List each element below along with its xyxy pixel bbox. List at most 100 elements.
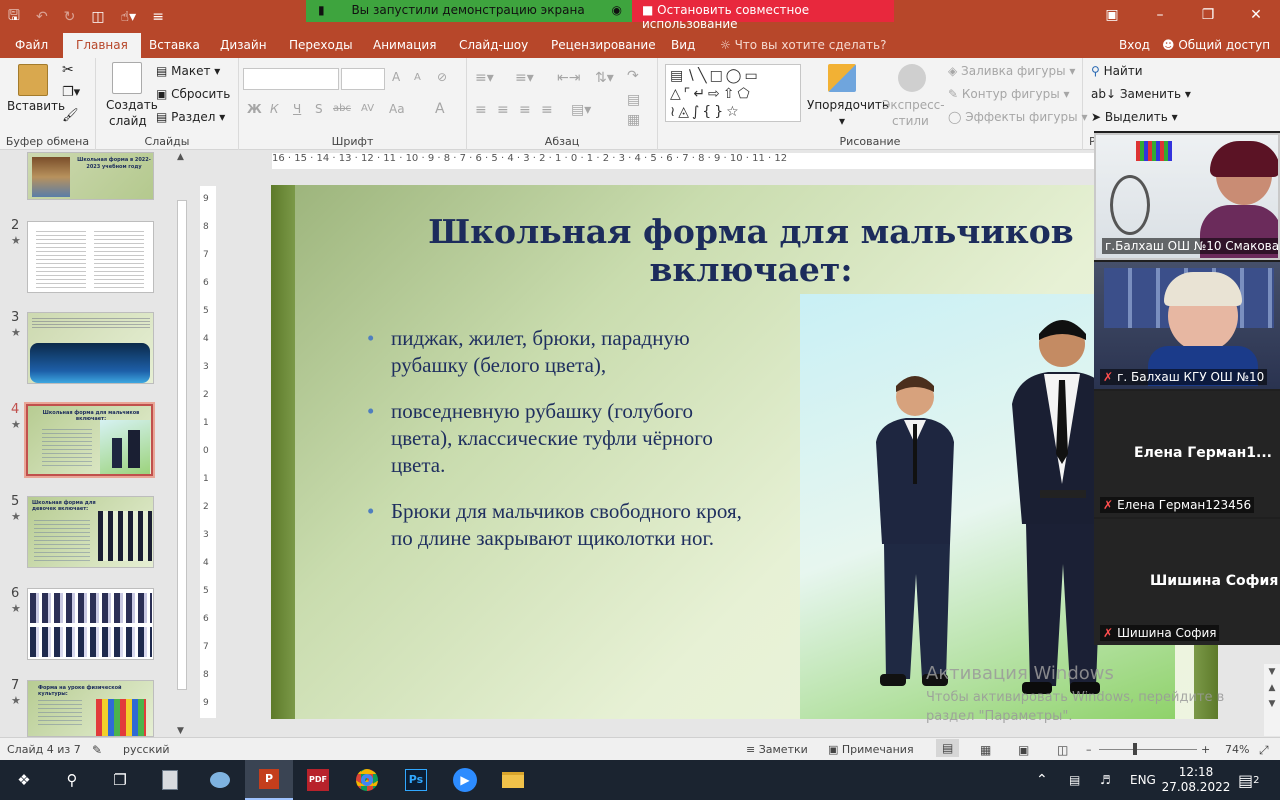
bullet-item[interactable]: пиджак, жилет, брюки, парадную рубашку (…: [367, 325, 747, 379]
scroll-down-icon[interactable]: ▼: [177, 726, 184, 736]
font-color-button[interactable]: A: [435, 101, 445, 117]
tell-me-search[interactable]: ☼ Что вы хотите сделать?: [720, 38, 886, 52]
justify-icon[interactable]: ≡: [541, 102, 553, 118]
slideshow-view-icon[interactable]: ◫: [1057, 743, 1068, 757]
zoom-app-icon[interactable]: ▶: [441, 760, 489, 800]
photoshop-icon[interactable]: Ps: [392, 760, 440, 800]
slide-thumbnail-2[interactable]: [27, 221, 154, 293]
new-slide-label-1[interactable]: Создать: [106, 98, 158, 112]
shape-outline-button[interactable]: ✎ Контур фигуры ▾: [948, 87, 1070, 101]
strikethrough-button[interactable]: abc: [333, 103, 351, 114]
tab-home[interactable]: Главная: [63, 33, 141, 58]
zoom-slider-thumb[interactable]: [1133, 743, 1137, 755]
slide-bullets[interactable]: пиджак, жилет, брюки, парадную рубашку (…: [367, 325, 747, 571]
numbering-icon[interactable]: ≡▾: [515, 70, 534, 86]
font-family-select[interactable]: [243, 68, 339, 90]
participant-tile[interactable]: ✗ г. Балхаш КГУ ОШ №10: [1094, 262, 1280, 389]
participant-tile[interactable]: Елена Герман1... ✗ Елена Герман123456: [1094, 391, 1280, 517]
columns-icon[interactable]: ▤▾: [571, 102, 591, 118]
save-icon[interactable]: 🖫: [8, 5, 20, 29]
present-icon[interactable]: ◫: [91, 9, 104, 25]
paint-icon[interactable]: [196, 760, 244, 800]
touch-icon[interactable]: ☝▾: [121, 9, 137, 25]
grow-font-button[interactable]: A: [392, 70, 400, 84]
bullets-icon[interactable]: ≡▾: [475, 70, 494, 86]
new-slide-label-2[interactable]: слайд: [109, 114, 147, 128]
line-spacing-icon[interactable]: ⇅▾: [595, 70, 614, 86]
undo-icon[interactable]: ↶: [36, 9, 48, 25]
zoom-in-button[interactable]: +: [1201, 743, 1210, 756]
language-indicator[interactable]: русский: [123, 743, 170, 756]
tab-transitions[interactable]: Переходы: [289, 38, 353, 52]
customize-icon[interactable]: ≡: [152, 9, 164, 25]
format-painter-icon[interactable]: 🖌: [62, 108, 79, 123]
slide-canvas[interactable]: Школьная форма для мальчиков включает: п…: [271, 185, 1218, 719]
bold-button[interactable]: Ж: [247, 102, 262, 116]
bullet-item[interactable]: Брюки для мальчиков свободного кроя, по …: [367, 498, 747, 552]
find-button[interactable]: ⚲ Найти: [1091, 64, 1143, 78]
slide-thumbnail-5[interactable]: Школьная форма для девочек включает:: [27, 496, 154, 568]
cut-icon[interactable]: ✂: [62, 62, 74, 78]
smartart-icon[interactable]: ▦: [627, 112, 640, 128]
align-center-icon[interactable]: ≡: [497, 102, 509, 118]
input-language[interactable]: ENG: [1130, 760, 1156, 800]
tab-review[interactable]: Рецензирование: [551, 38, 656, 52]
redo-icon[interactable]: ↻: [64, 9, 76, 25]
maximize-button[interactable]: ❐: [1184, 0, 1232, 31]
network-icon[interactable]: ▤: [1069, 760, 1080, 800]
notes-button[interactable]: ≡ Заметки: [746, 743, 808, 756]
scroll-up-icon[interactable]: ▲: [177, 152, 184, 162]
normal-view-icon[interactable]: ▤: [936, 739, 960, 757]
align-text-icon[interactable]: ▤: [627, 92, 640, 108]
comments-button[interactable]: ▣ Примечания: [828, 743, 914, 756]
powerpoint-icon[interactable]: P: [245, 760, 293, 800]
tab-view[interactable]: Вид: [671, 38, 695, 52]
tab-file[interactable]: Файл: [15, 38, 48, 52]
italic-button[interactable]: К: [270, 102, 279, 116]
slide-title[interactable]: Школьная форма для мальчиков включает:: [421, 213, 1081, 289]
scroll-thumb[interactable]: [177, 200, 187, 690]
quick-styles-label-2[interactable]: стили: [892, 114, 929, 128]
bullet-item[interactable]: повседневную рубашку (голубого цвета), к…: [367, 398, 747, 479]
slide-thumbnail-6[interactable]: [27, 588, 154, 660]
align-right-icon[interactable]: ≡: [519, 102, 531, 118]
quick-styles-icon[interactable]: [898, 64, 926, 92]
tab-animation[interactable]: Анимация: [373, 38, 436, 52]
align-left-icon[interactable]: ≡: [475, 102, 487, 118]
shape-effects-button[interactable]: ◯ Эффекты фигуры ▾: [948, 110, 1087, 124]
zoom-slider-track[interactable]: [1099, 749, 1197, 750]
windows-start-icon[interactable]: ❖: [0, 760, 48, 800]
show-hidden-icons[interactable]: ⌃: [1036, 760, 1048, 800]
indent-icon[interactable]: ⇤⇥: [557, 70, 580, 86]
participant-tile[interactable]: Шишина София ✗ Шишина София: [1094, 519, 1280, 645]
slide-thumbnail-3[interactable]: [27, 312, 154, 384]
change-case-button[interactable]: Aa: [389, 102, 405, 116]
stop-sharing-button[interactable]: ■ Остановить совместное использование: [632, 0, 894, 31]
tab-design[interactable]: Дизайн: [220, 38, 267, 52]
tab-slideshow[interactable]: Слайд-шоу: [459, 38, 528, 52]
share-button[interactable]: ☻ Общий доступ: [1162, 38, 1270, 52]
replace-button[interactable]: ab↓ Заменить ▾: [1091, 87, 1191, 101]
paste-button[interactable]: Вставить: [7, 99, 65, 113]
text-direction-icon[interactable]: ↷: [627, 68, 639, 84]
shapes-gallery[interactable]: ▤∖╲□◯▭ △⌜↵⇨⇧⬠ ≀◬∫{}☆: [665, 64, 801, 122]
shadow-button[interactable]: S: [315, 102, 323, 116]
previous-slide-icon[interactable]: ▲: [1264, 680, 1280, 696]
paste-icon[interactable]: [18, 64, 48, 96]
scroll-down-icon[interactable]: ▼: [1264, 664, 1280, 680]
volume-icon[interactable]: ♬: [1100, 760, 1111, 800]
calculator-icon[interactable]: [146, 760, 194, 800]
close-button[interactable]: ✕: [1232, 0, 1280, 31]
tab-insert[interactable]: Вставка: [149, 38, 200, 52]
next-slide-icon[interactable]: ▼: [1264, 696, 1280, 712]
chrome-icon[interactable]: [343, 760, 391, 800]
quick-styles-label-1[interactable]: Экспресс-: [882, 98, 945, 112]
fit-slide-icon[interactable]: ⤢: [1259, 743, 1269, 758]
shrink-font-button[interactable]: A: [414, 72, 421, 83]
notifications-icon[interactable]: ▤ 2: [1238, 760, 1260, 800]
participant-tile[interactable]: г.Балхаш ОШ №10 Смакова ...: [1094, 133, 1280, 260]
spellcheck-icon[interactable]: ✎: [92, 743, 102, 757]
new-slide-icon[interactable]: [112, 62, 142, 94]
file-explorer-icon[interactable]: [489, 760, 537, 800]
ribbon-display-icon[interactable]: ▣: [1088, 0, 1136, 31]
